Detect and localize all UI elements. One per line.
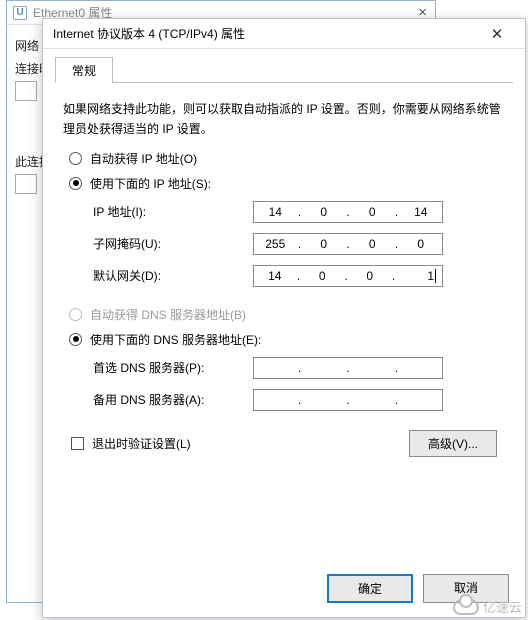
close-icon[interactable]: ✕ xyxy=(479,25,515,43)
row-alternate-dns: 备用 DNS 服务器(A): . . . xyxy=(57,384,511,416)
radio-icon xyxy=(69,177,82,190)
radio-ip-auto-label: 自动获得 IP 地址(O) xyxy=(90,150,197,167)
radio-dns-auto-label: 自动获得 DNS 服务器地址(B) xyxy=(90,306,246,323)
row-preferred-dns: 首选 DNS 服务器(P): . . . xyxy=(57,352,511,384)
cloud-icon xyxy=(453,599,479,615)
input-default-gateway[interactable]: 14. 0. 0. 1 xyxy=(253,265,443,287)
radio-ip-manual-label: 使用下面的 IP 地址(S): xyxy=(90,175,211,192)
radio-icon xyxy=(69,333,82,346)
row-default-gateway: 默认网关(D): 14. 0. 0. 1 xyxy=(57,260,511,292)
ok-button[interactable]: 确定 xyxy=(327,574,413,603)
label-subnet-mask: 子网掩码(U): xyxy=(93,235,253,252)
row-ip-address: IP 地址(I): 14. 0. 0. 14 xyxy=(57,196,511,228)
watermark-text: 亿速云 xyxy=(483,597,522,616)
radio-dns-manual[interactable]: 使用下面的 DNS 服务器地址(E): xyxy=(55,327,513,352)
input-ip-address[interactable]: 14. 0. 0. 14 xyxy=(253,201,443,223)
dialog-description: 如果网络支持此功能，则可以获取自动指派的 IP 设置。否则，你需要从网络系统管理… xyxy=(55,83,513,146)
input-subnet-mask[interactable]: 255. 0. 0. 0 xyxy=(253,233,443,255)
label-alternate-dns: 备用 DNS 服务器(A): xyxy=(93,391,253,408)
adapter-icon: U xyxy=(13,6,27,20)
advanced-button[interactable]: 高级(V)... xyxy=(409,430,497,457)
label-validate-on-exit: 退出时验证设置(L) xyxy=(92,435,191,452)
label-ip-address: IP 地址(I): xyxy=(93,203,253,220)
radio-icon xyxy=(69,308,82,321)
radio-dns-auto: 自动获得 DNS 服务器地址(B) xyxy=(55,302,513,327)
tab-strip: 常规 xyxy=(55,57,513,83)
text-cursor xyxy=(435,269,436,283)
radio-ip-manual[interactable]: 使用下面的 IP 地址(S): xyxy=(55,171,513,196)
input-preferred-dns[interactable]: . . . xyxy=(253,357,443,379)
checkbox-validate-on-exit[interactable] xyxy=(71,437,84,450)
bg-adapter-chip xyxy=(15,81,37,101)
row-subnet-mask: 子网掩码(U): 255. 0. 0. 0 xyxy=(57,228,511,260)
label-preferred-dns: 首选 DNS 服务器(P): xyxy=(93,359,253,376)
ipv4-properties-dialog: Internet 协议版本 4 (TCP/IPv4) 属性 ✕ 常规 如果网络支… xyxy=(42,18,526,618)
dialog-titlebar: Internet 协议版本 4 (TCP/IPv4) 属性 ✕ xyxy=(43,19,525,49)
tab-general[interactable]: 常规 xyxy=(55,57,113,83)
dialog-title: Internet 协议版本 4 (TCP/IPv4) 属性 xyxy=(53,25,479,42)
input-alternate-dns[interactable]: . . . xyxy=(253,389,443,411)
radio-icon xyxy=(69,152,82,165)
label-default-gateway: 默认网关(D): xyxy=(93,267,253,284)
radio-ip-auto[interactable]: 自动获得 IP 地址(O) xyxy=(55,146,513,171)
radio-dns-manual-label: 使用下面的 DNS 服务器地址(E): xyxy=(90,331,261,348)
bg-item-chip xyxy=(15,174,37,194)
watermark: 亿速云 xyxy=(453,597,522,616)
